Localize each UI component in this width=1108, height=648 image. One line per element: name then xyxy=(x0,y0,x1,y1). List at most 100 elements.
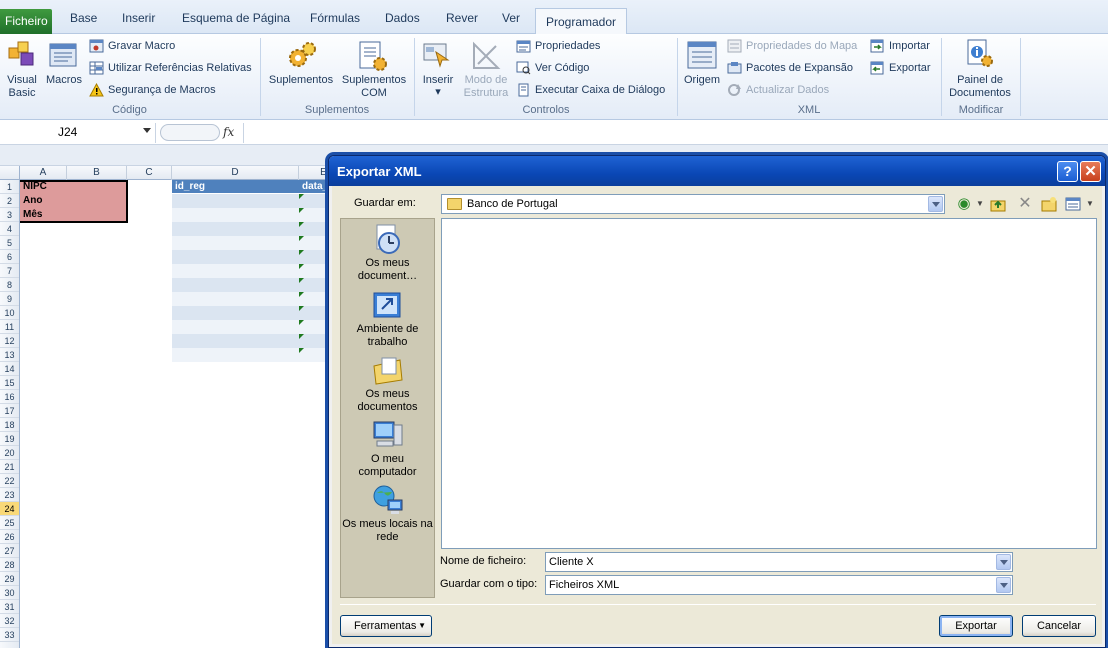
tab-developer[interactable]: Programador xyxy=(535,8,627,35)
macros-button[interactable]: Macros xyxy=(45,74,83,87)
column-header[interactable]: B xyxy=(67,166,127,180)
row-header[interactable]: 33 xyxy=(0,628,19,642)
new-folder-icon[interactable] xyxy=(1041,196,1057,212)
visual-basic-button[interactable]: Visual Basic xyxy=(2,74,42,100)
place-network[interactable]: Os meus locais na rede xyxy=(341,484,434,544)
row-header[interactable]: 2 xyxy=(0,194,19,208)
row-header[interactable]: 8 xyxy=(0,278,19,292)
row-header[interactable]: 22 xyxy=(0,474,19,488)
row-header[interactable]: 12 xyxy=(0,334,19,348)
macro-security-button[interactable]: Segurança de Macros xyxy=(89,82,216,97)
chevron-down-icon[interactable]: ▼ xyxy=(972,196,988,212)
row-header[interactable]: 10 xyxy=(0,306,19,320)
tab-review[interactable]: Rever xyxy=(446,11,478,25)
row-header[interactable]: 9 xyxy=(0,292,19,306)
column-header[interactable]: D xyxy=(172,166,299,180)
record-macro-button[interactable]: Gravar Macro xyxy=(89,39,175,53)
row-header[interactable]: 14 xyxy=(0,362,19,376)
save-in-dropdown[interactable]: Banco de Portugal xyxy=(441,194,945,214)
tab-page-layout[interactable]: Esquema de Página xyxy=(182,11,290,25)
row-header[interactable]: 1 xyxy=(0,180,19,194)
row-header[interactable]: 24 xyxy=(0,502,19,516)
design-mode-button[interactable]: Modo de Estrutura xyxy=(460,74,512,100)
table-row[interactable] xyxy=(172,222,328,236)
up-folder-icon[interactable] xyxy=(990,196,1006,212)
chevron-down-icon[interactable] xyxy=(996,577,1011,593)
row-header[interactable]: 4 xyxy=(0,222,19,236)
relative-references-button[interactable]: Utilizar Referências Relativas xyxy=(89,61,252,75)
tab-view[interactable]: Ver xyxy=(502,11,520,25)
file-list[interactable] xyxy=(441,218,1097,549)
row-header[interactable]: 6 xyxy=(0,250,19,264)
row-header[interactable]: 17 xyxy=(0,404,19,418)
tab-formulas[interactable]: Fórmulas xyxy=(310,11,360,25)
com-addins-button[interactable]: Suplementos COM xyxy=(338,74,410,100)
row-header[interactable]: 25 xyxy=(0,516,19,530)
row-header[interactable]: 20 xyxy=(0,446,19,460)
row-header[interactable]: 13 xyxy=(0,348,19,362)
chevron-down-icon[interactable]: ▼ xyxy=(1082,196,1098,212)
tab-insert[interactable]: Inserir xyxy=(122,11,155,25)
table-row[interactable] xyxy=(172,334,328,348)
place-desktop[interactable]: Ambiente de trabalho xyxy=(341,289,434,349)
addins-button[interactable]: Suplementos xyxy=(266,74,336,87)
tab-file[interactable]: Ficheiro xyxy=(0,9,52,34)
tab-data[interactable]: Dados xyxy=(385,11,420,25)
row-header[interactable]: 15 xyxy=(0,376,19,390)
table-row[interactable] xyxy=(172,194,328,208)
table-row[interactable] xyxy=(172,292,328,306)
row-header[interactable]: 3 xyxy=(0,208,19,222)
row-header[interactable]: 21 xyxy=(0,460,19,474)
insert-function-icon[interactable]: fx xyxy=(223,125,234,139)
row-header[interactable]: 27 xyxy=(0,544,19,558)
select-all-corner[interactable] xyxy=(0,166,20,180)
row-header[interactable]: 29 xyxy=(0,572,19,586)
row-header[interactable]: 5 xyxy=(0,236,19,250)
dialog-title-bar[interactable]: Exportar XML ? ✕ xyxy=(329,156,1105,186)
table-row[interactable] xyxy=(172,320,328,334)
close-button[interactable]: ✕ xyxy=(1080,161,1101,182)
cell-d1[interactable]: id_reg xyxy=(172,180,299,193)
help-button[interactable]: ? xyxy=(1057,161,1078,182)
row-header[interactable]: 32 xyxy=(0,614,19,628)
run-dialog-button[interactable]: Executar Caixa de Diálogo xyxy=(516,83,665,97)
chevron-down-icon[interactable] xyxy=(143,128,151,133)
refresh-data-button[interactable]: Actualizar Dados xyxy=(727,83,829,97)
place-my-documents[interactable]: Os meus documentos xyxy=(341,354,434,414)
tab-home[interactable]: Base xyxy=(70,11,97,25)
row-header[interactable]: 31 xyxy=(0,600,19,614)
view-code-button[interactable]: Ver Código xyxy=(516,61,589,75)
row-header[interactable]: 18 xyxy=(0,418,19,432)
row-header[interactable]: 11 xyxy=(0,320,19,334)
file-type-dropdown[interactable]: Ficheiros XML xyxy=(545,575,1013,595)
cell-e1[interactable]: data_ xyxy=(299,180,328,193)
file-name-input[interactable]: Cliente X xyxy=(545,552,1013,572)
chevron-down-icon[interactable] xyxy=(996,554,1011,570)
row-header[interactable]: 19 xyxy=(0,432,19,446)
chevron-down-icon[interactable] xyxy=(928,196,943,212)
table-row[interactable] xyxy=(172,208,328,222)
column-header[interactable]: C xyxy=(127,166,172,180)
table-row[interactable] xyxy=(172,264,328,278)
import-button[interactable]: Importar xyxy=(870,39,930,53)
table-row[interactable] xyxy=(172,236,328,250)
export-ribbon-button[interactable]: Exportar xyxy=(870,61,931,75)
back-icon[interactable]: ◉ xyxy=(956,196,972,212)
tools-button[interactable]: Ferramentas ▼ xyxy=(340,615,432,637)
views-icon[interactable] xyxy=(1065,196,1081,212)
expansion-packs-button[interactable]: Pacotes de Expansão xyxy=(727,61,853,75)
table-row[interactable] xyxy=(172,250,328,264)
name-box[interactable]: J24 xyxy=(0,123,156,143)
properties-button[interactable]: Propriedades xyxy=(516,39,600,53)
formula-input[interactable] xyxy=(243,123,1108,143)
place-my-computer[interactable]: O meu computador xyxy=(341,419,434,479)
column-header[interactable]: A xyxy=(20,166,67,180)
row-header[interactable]: 16 xyxy=(0,390,19,404)
delete-icon[interactable]: ✕ xyxy=(1017,196,1033,212)
cancel-button[interactable]: Cancelar xyxy=(1022,615,1096,637)
row-header[interactable]: 30 xyxy=(0,586,19,600)
row-header[interactable]: 7 xyxy=(0,264,19,278)
xml-source-button[interactable]: Origem xyxy=(680,74,724,87)
place-recent-documents[interactable]: Os meus document… xyxy=(341,223,434,283)
document-panel-button[interactable]: Painel de Documentos xyxy=(944,74,1016,100)
